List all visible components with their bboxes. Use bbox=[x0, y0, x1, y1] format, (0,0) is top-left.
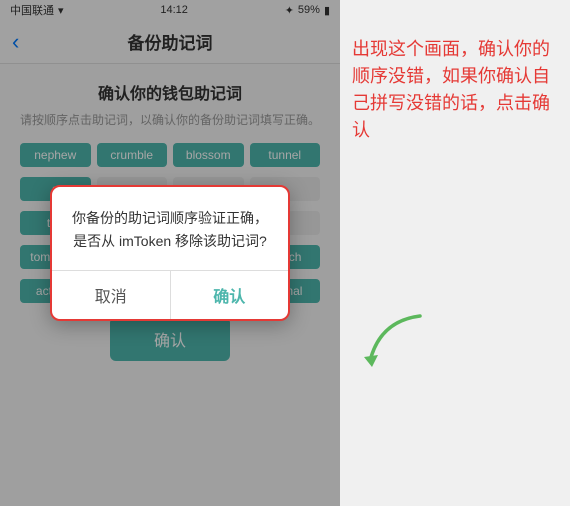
dialog-overlay: 你备份的助记词顺序验证正确，是否从 imToken 移除该助记词? 取消 确认 bbox=[0, 0, 340, 506]
arrow-icon bbox=[350, 311, 430, 371]
dialog-cancel-button[interactable]: 取消 bbox=[52, 271, 171, 319]
dialog-confirm-button[interactable]: 确认 bbox=[171, 271, 289, 319]
arrow-container bbox=[350, 311, 430, 376]
phone-screen: 中国联通 ▾ 14:12 ✦ 59% ▮ ‹ 备份助记词 确认你的钱包助记词 请… bbox=[0, 0, 340, 506]
annotation-area: 出现这个画面，确认你的顺序没错，如果你确认自己拼写没错的话，点击确认 bbox=[340, 0, 570, 506]
dialog-box: 你备份的助记词顺序验证正确，是否从 imToken 移除该助记词? 取消 确认 bbox=[50, 185, 290, 321]
annotation-text: 出现这个画面，确认你的顺序没错，如果你确认自己拼写没错的话，点击确认 bbox=[352, 36, 558, 144]
dialog-message: 你备份的助记词顺序验证正确，是否从 imToken 移除该助记词? bbox=[68, 207, 272, 252]
dialog-buttons: 取消 确认 bbox=[52, 270, 288, 319]
